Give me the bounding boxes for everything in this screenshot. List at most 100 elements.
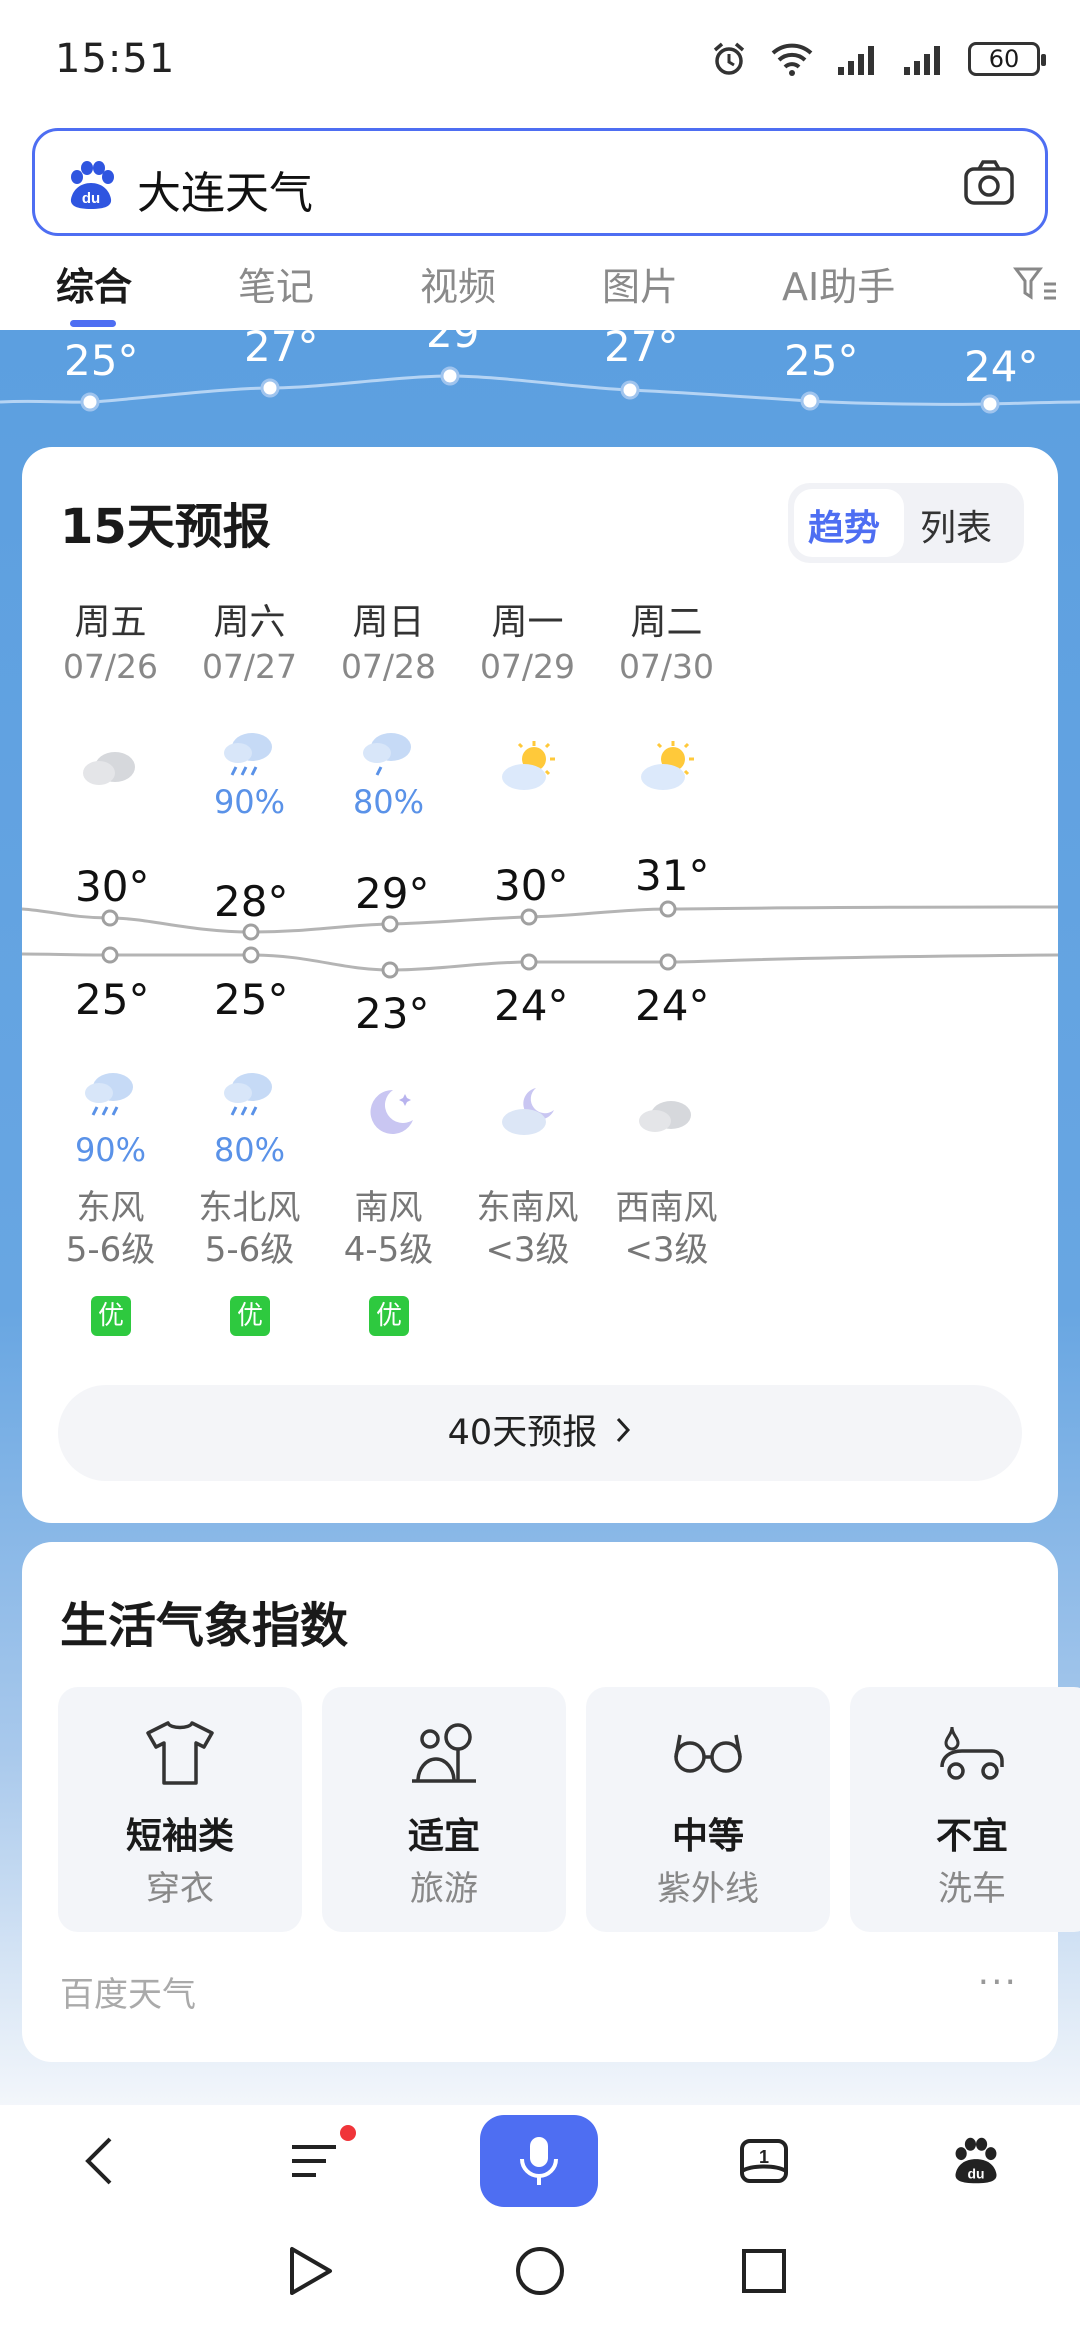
tab-video[interactable]: 视频 (420, 256, 496, 311)
wind-direction: 西南风 (615, 1188, 718, 1228)
camera-icon[interactable] (963, 159, 1015, 211)
search-input[interactable]: 大连天气 (137, 157, 313, 221)
life-index-value: 中等 (671, 1816, 744, 1857)
microphone-icon (520, 2137, 558, 2185)
moon-icon (370, 1089, 413, 1134)
partly-sunny-icon (502, 741, 555, 790)
tab-bar: 综合 笔记 视频 图片 AI助手 (0, 250, 1080, 330)
bottom-navigation: 1 du (0, 2105, 1080, 2215)
tshirt-icon (146, 1721, 214, 1785)
wind-level: 4-5级 (343, 1230, 434, 1270)
hourly-temp: 25° (64, 336, 139, 385)
high-temp-label: 30° (75, 862, 150, 911)
wind-info: 西南风 <3级 (563, 1187, 770, 1271)
rain-icon (363, 733, 411, 776)
tab-counter-icon: 1 (740, 2139, 788, 2183)
wind-level: 5-6级 (65, 1230, 156, 1270)
day-name: 周二 (630, 602, 703, 643)
life-index-item[interactable]: 中等 紫外线 (586, 1687, 830, 1932)
life-index-item[interactable]: 短袖类 穿衣 (58, 1687, 302, 1932)
menu-icon (292, 2145, 336, 2177)
life-index-title: 生活气象指数 (60, 1598, 349, 1654)
voice-search-button[interactable] (480, 2115, 598, 2207)
life-index-name: 旅游 (410, 1869, 478, 1909)
signal-icon (836, 41, 880, 77)
life-index-item[interactable]: 适宜 旅游 (322, 1687, 566, 1932)
high-temp-label: 29° (355, 869, 430, 918)
hourly-temp: 24° (964, 342, 1039, 391)
aqi-badge: 优 (369, 1296, 409, 1336)
source-label[interactable]: 百度天气 (60, 1967, 196, 2016)
glasses-icon (674, 1734, 742, 1773)
system-home-icon[interactable] (516, 2247, 564, 2295)
life-index-value: 不宜 (935, 1816, 1008, 1857)
tab-notes[interactable]: 笔记 (238, 256, 314, 311)
status-time: 15:51 (55, 36, 176, 82)
life-index-value: 适宜 (407, 1816, 480, 1857)
filter-icon[interactable] (1012, 264, 1058, 308)
hourly-temp: 25° (784, 336, 859, 385)
low-temp-label: 23° (355, 989, 430, 1038)
day-date: 07/30 (618, 647, 715, 686)
chevron-left-icon (85, 2137, 112, 2185)
forecast-40-day-label: 40天预报 (447, 1413, 598, 1453)
life-index-name: 洗车 (938, 1869, 1006, 1909)
chevron-right-icon (614, 1386, 632, 1482)
svg-text:du: du (82, 190, 100, 207)
life-index-card: 生活气象指数 短袖类 穿衣 适宜 旅游 中等 紫外线 不宜 洗车 百度天气 ··… (22, 1542, 1080, 2062)
forecast-40-day-button[interactable]: 40天预报 (58, 1385, 1022, 1481)
wind-direction: 南风 (354, 1188, 423, 1228)
tab-comprehensive[interactable]: 综合 (56, 256, 132, 311)
system-recents-icon[interactable] (742, 2249, 786, 2293)
wind-direction: 东风 (76, 1188, 145, 1228)
more-options-icon[interactable]: ··· (978, 1962, 1018, 2003)
system-navigation-bar (0, 2215, 1080, 2331)
baidu-paw-icon: du (63, 157, 119, 217)
partly-sunny-icon (641, 741, 694, 790)
low-temp-label: 24° (635, 981, 710, 1030)
life-index-name: 紫外线 (657, 1869, 759, 1909)
tab-ai-assistant[interactable]: AI助手 (782, 256, 895, 311)
low-temp-label: 25° (75, 975, 150, 1024)
cloudy-icon (83, 752, 135, 785)
high-temp-label: 28° (214, 877, 289, 926)
alarm-icon (710, 40, 748, 78)
rain-icon (224, 733, 272, 776)
wind-level: <3级 (624, 1230, 709, 1270)
hourly-temp: 29° (426, 308, 501, 357)
moon-cloud-icon (502, 1088, 554, 1135)
system-back-icon[interactable] (290, 2247, 332, 2295)
hourly-temperature-strip: 25° 27° 29° 27° 25° 24° (0, 308, 1080, 440)
tab-indicator (70, 320, 116, 327)
wifi-icon (770, 41, 814, 77)
car-wash-icon (940, 1726, 1004, 1780)
signal-icon-2 (902, 41, 946, 77)
wind-level: <3级 (485, 1230, 570, 1270)
forecast-day-column[interactable]: 周二 07/30 31° 24° 西南风 <3级 (563, 447, 770, 1523)
aqi-badge: 优 (230, 1296, 270, 1336)
search-box[interactable]: du 大连天气 (32, 128, 1048, 236)
svg-text:du: du (968, 2166, 985, 2182)
life-index-name: 穿衣 (146, 1869, 214, 1909)
baidu-home-button[interactable]: du (936, 2125, 1016, 2197)
baidu-paw-icon: du (955, 2137, 997, 2184)
back-button[interactable] (60, 2125, 140, 2197)
low-temp-label: 25° (214, 975, 289, 1024)
hourly-temp: 27° (604, 322, 679, 371)
tab-images[interactable]: 图片 (602, 256, 678, 311)
hourly-temp: 27° (244, 322, 319, 371)
hourly-curve (0, 366, 1080, 414)
battery-indicator: 60 (968, 42, 1046, 76)
rain-icon (85, 1073, 133, 1116)
notification-dot (340, 2125, 356, 2141)
tabs-button[interactable]: 1 (724, 2125, 804, 2197)
forecast-card: 15天预报 趋势 列表 周五 07/26 30° 25° 90% 东风5-6级 (22, 447, 1058, 1523)
wind-level: 5-6级 (204, 1230, 295, 1270)
life-index-value: 短袖类 (125, 1816, 234, 1857)
rain-icon (224, 1073, 272, 1116)
cloudy-icon (639, 1101, 691, 1132)
low-temp-label: 24° (494, 981, 569, 1030)
high-temp-label: 30° (494, 861, 569, 910)
life-index-item[interactable]: 不宜 洗车 (850, 1687, 1080, 1932)
travel-icon (412, 1723, 476, 1783)
